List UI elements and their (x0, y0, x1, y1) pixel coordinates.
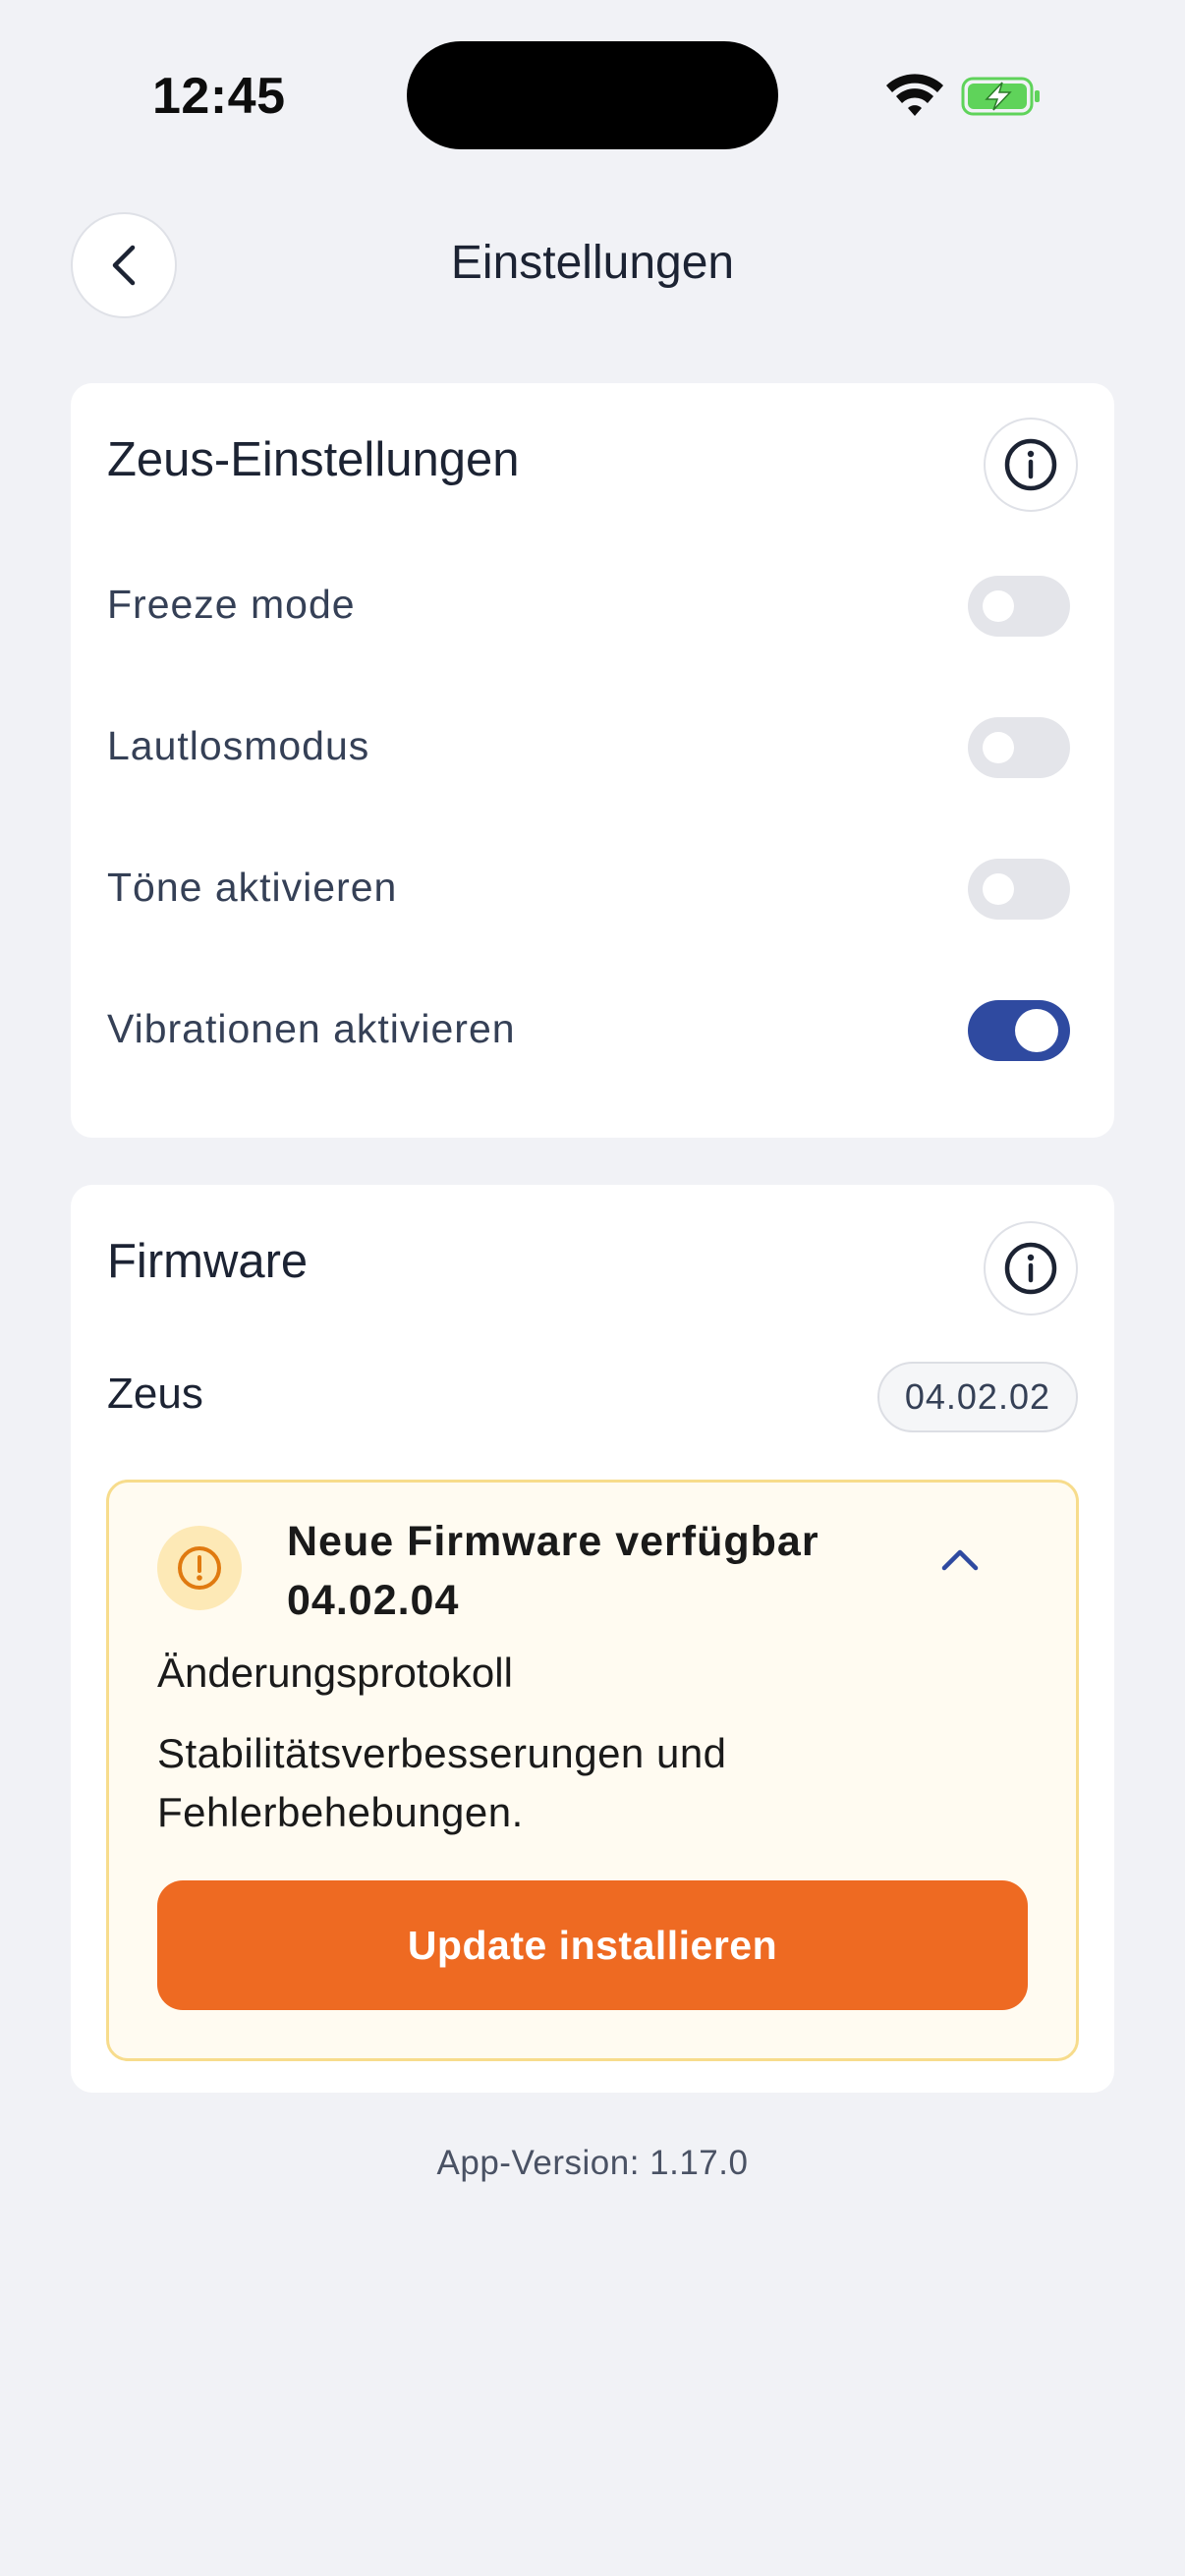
toggle-knob (1015, 1009, 1058, 1052)
info-icon (1004, 438, 1057, 491)
firmware-update-panel: Neue Firmware verfügbar 04.02.04 Änderun… (106, 1480, 1079, 2061)
changelog-label: Änderungsprotokoll (157, 1650, 513, 1696)
install-update-button[interactable]: Update installieren (157, 1880, 1028, 2010)
dynamic-island (407, 41, 778, 149)
firmware-card: Firmware Zeus 04.02.02 Neue Firmware ver… (71, 1185, 1114, 2093)
zeus-settings-info-button[interactable] (984, 418, 1078, 512)
vibrations-toggle[interactable] (968, 1000, 1070, 1061)
device-name: Zeus (107, 1370, 203, 1418)
update-available-title: Neue Firmware verfügbar 04.02.04 (287, 1512, 819, 1630)
firmware-info-button[interactable] (984, 1221, 1078, 1316)
warning-badge (157, 1526, 242, 1610)
page-title: Einstellungen (450, 237, 735, 289)
firmware-title: Firmware (107, 1235, 309, 1288)
toggle-knob (983, 873, 1014, 905)
wifi-icon (886, 74, 943, 116)
zeus-settings-title: Zeus-Einstellungen (107, 433, 520, 486)
zeus-settings-card: Zeus-Einstellungen Freeze mode Lautlosmo… (71, 383, 1114, 1138)
info-icon (1004, 1242, 1057, 1295)
changelog-text: Stabilitätsverbesserungen und Fehlerbehe… (157, 1724, 924, 1842)
battery-charging-icon (961, 77, 1040, 116)
sounds-toggle[interactable] (968, 859, 1070, 920)
toggle-label-sounds: Töne aktivieren (107, 865, 398, 910)
toggle-label-freeze-mode: Freeze mode (107, 582, 356, 627)
toggle-knob (983, 590, 1014, 622)
current-version-badge: 04.02.02 (876, 1362, 1078, 1432)
update-title-text: Neue Firmware verfügbar (287, 1518, 819, 1565)
silent-mode-toggle[interactable] (968, 717, 1070, 778)
changelog-line: Stabilitätsverbesserungen und (157, 1730, 727, 1776)
status-time: 12:45 (152, 68, 286, 125)
toggle-label-silent-mode: Lautlosmodus (107, 723, 370, 768)
toggle-label-vibrations: Vibrationen aktivieren (107, 1006, 516, 1051)
freeze-mode-toggle[interactable] (968, 576, 1070, 637)
status-bar: 12:45 (0, 0, 1185, 187)
chevron-up-icon[interactable] (939, 1545, 981, 1573)
app-version-text: App-Version: 1.17.0 (436, 2144, 749, 2182)
alert-circle-icon (178, 1546, 221, 1590)
toggle-knob (983, 732, 1014, 763)
changelog-line: Fehlerbehebungen. (157, 1789, 524, 1835)
update-version: 04.02.04 (287, 1577, 460, 1624)
